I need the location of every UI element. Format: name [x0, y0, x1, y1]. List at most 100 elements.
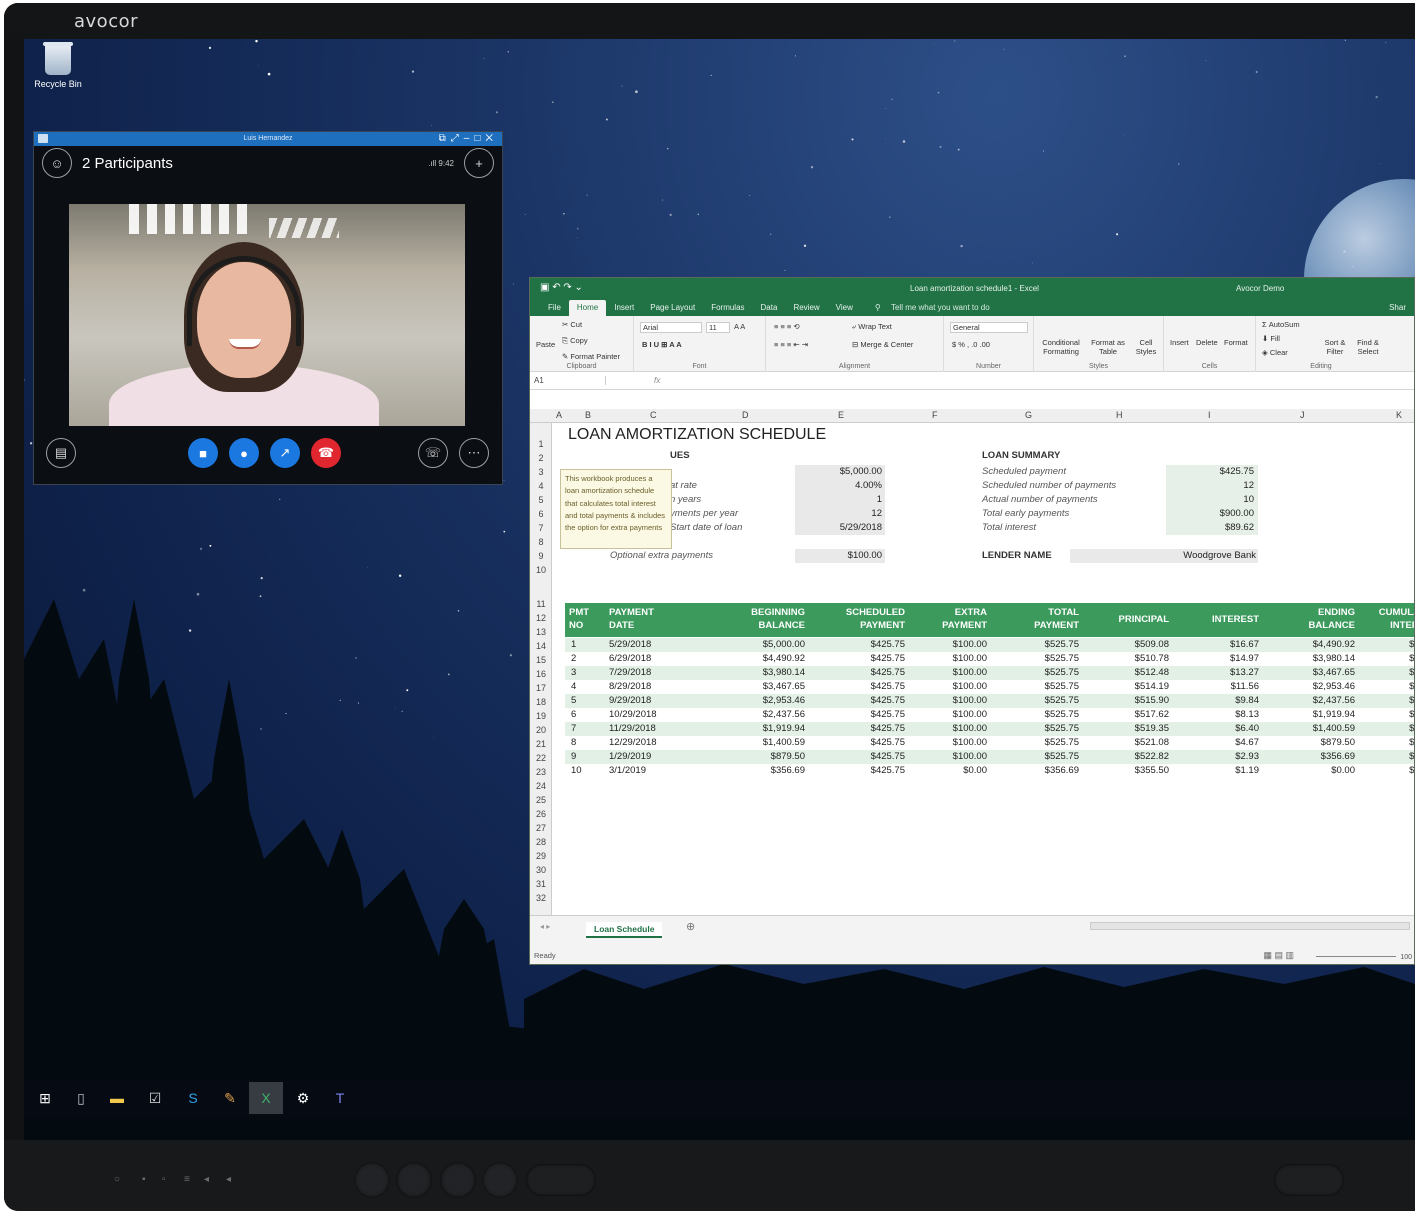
view-buttons[interactable]: ▦ ▤ ▥ — [1263, 950, 1294, 961]
row-header-2[interactable]: 2 — [530, 453, 552, 463]
table-cell[interactable]: 10/29/2018 — [609, 709, 657, 720]
settings-icon[interactable]: ⚙ — [292, 1088, 314, 1108]
table-cell[interactable]: $879.50 — [1259, 737, 1355, 748]
table-cell[interactable]: $425.75 — [805, 723, 905, 734]
table-cell[interactable]: $3,467.65 — [1259, 667, 1355, 678]
table-cell[interactable]: $100.00 — [905, 709, 987, 720]
teams-icon[interactable]: T — [329, 1088, 351, 1108]
quick-access-toolbar[interactable]: ▣ ↶ ↷ ⌄ — [540, 282, 583, 293]
ribbon-tab-home[interactable]: Home — [568, 300, 607, 316]
row-header-6[interactable]: 6 — [530, 509, 552, 519]
table-cell[interactable]: $44 — [1355, 667, 1414, 678]
table-header-cell[interactable]: ENDING BALANCE — [1259, 606, 1355, 632]
bezel-button-2[interactable]: ▪ — [142, 1174, 146, 1185]
table-cell[interactable]: 2 — [571, 653, 576, 664]
table-cell[interactable]: $11.56 — [1169, 681, 1259, 692]
column-header-j[interactable]: J — [1300, 410, 1305, 420]
window-controls[interactable]: ⧉⤢–□✕ — [439, 132, 498, 146]
conditional-formatting-button[interactable]: Conditional Formatting — [1038, 338, 1084, 356]
column-header-e[interactable]: E — [838, 410, 844, 420]
bezel-button-3[interactable]: ▫ — [162, 1174, 166, 1185]
table-cell[interactable]: $100.00 — [905, 737, 987, 748]
table-cell[interactable]: $4,490.92 — [695, 653, 805, 664]
row-header-9[interactable]: 9 — [530, 551, 552, 561]
add-participant-icon[interactable]: + — [464, 148, 494, 178]
excel-icon[interactable]: X — [249, 1082, 283, 1114]
value-amount[interactable]: 1 — [798, 494, 882, 505]
table-cell[interactable]: $100.00 — [905, 681, 987, 692]
table-cell[interactable]: $515.90 — [1079, 695, 1169, 706]
table-cell[interactable]: $16 — [1355, 639, 1414, 650]
table-cell[interactable]: $100.00 — [905, 723, 987, 734]
value-amount[interactable]: 4.00% — [798, 480, 882, 491]
table-cell[interactable]: $525.75 — [987, 681, 1079, 692]
table-cell[interactable]: $517.62 — [1079, 709, 1169, 720]
sheet-title[interactable]: LOAN AMORTIZATION SCHEDULE — [568, 426, 826, 444]
share-icon[interactable]: ↗ — [270, 438, 300, 468]
sheet-nav-arrows[interactable]: ◂ ▸ — [540, 922, 550, 931]
table-header-cell[interactable]: EXTRA PAYMENT — [905, 606, 987, 632]
table-row[interactable]: 1 5/29/2018 $5,000.00 $425.75 $100.00 $525.75… — [565, 638, 1414, 652]
table-cell[interactable]: $525.75 — [987, 639, 1079, 650]
delete-cells-button[interactable]: Delete — [1196, 338, 1218, 347]
row-header-17[interactable]: 17 — [530, 683, 552, 693]
clear-button[interactable]: ◈ Clear — [1262, 348, 1288, 357]
table-header-cell[interactable]: PMT NO — [569, 606, 589, 632]
row-header-21[interactable]: 21 — [530, 739, 552, 749]
wrap-text-button[interactable]: ⤶ Wrap Text — [852, 322, 892, 332]
row-header-26[interactable]: 26 — [530, 809, 552, 819]
table-cell[interactable]: $522.82 — [1079, 751, 1169, 762]
table-cell[interactable]: 9/29/2018 — [609, 695, 651, 706]
table-cell[interactable]: 1/29/2019 — [609, 751, 651, 762]
table-cell[interactable]: 8 — [571, 737, 576, 748]
table-cell[interactable]: $509.08 — [1079, 639, 1169, 650]
table-row[interactable]: 3 7/29/2018 $3,980.14 $425.75 $100.00 $525.75… — [565, 666, 1414, 680]
volume-down-button[interactable]: ◂ — [204, 1174, 209, 1185]
table-cell[interactable]: $425.75 — [805, 653, 905, 664]
table-cell[interactable]: $0.00 — [1259, 765, 1355, 776]
table-row[interactable]: 6 10/29/2018 $2,437.56 $425.75 $100.00 $525.7… — [565, 708, 1414, 722]
video-icon[interactable]: ■ — [188, 438, 218, 468]
table-cell[interactable]: $521.08 — [1079, 737, 1169, 748]
table-cell[interactable]: $100.00 — [905, 667, 987, 678]
number-format-buttons[interactable]: $ % , .0 .00 — [952, 340, 990, 349]
column-header-h[interactable]: H — [1116, 410, 1123, 420]
table-cell[interactable]: $2.93 — [1169, 751, 1259, 762]
call-controls-icon[interactable]: ☏ — [418, 438, 448, 468]
row-header-28[interactable]: 28 — [530, 837, 552, 847]
row-header-11[interactable]: 11 — [530, 599, 552, 609]
table-cell[interactable]: 12/29/2018 — [609, 737, 657, 748]
table-cell[interactable]: $425.75 — [805, 695, 905, 706]
ribbon-tab-formulas[interactable]: Formulas — [703, 300, 752, 316]
table-cell[interactable]: $425.75 — [805, 765, 905, 776]
table-cell[interactable]: $80 — [1355, 723, 1414, 734]
row-header-32[interactable]: 32 — [530, 893, 552, 903]
table-header-cell[interactable]: PRINCIPAL — [1079, 613, 1170, 626]
table-header-cell[interactable]: INTEREST — [1169, 613, 1259, 626]
paint-icon[interactable]: ✎ — [219, 1088, 241, 1108]
mic-icon[interactable]: ● — [229, 438, 259, 468]
table-cell[interactable]: $525.75 — [987, 751, 1079, 762]
value-amount[interactable]: 12 — [798, 508, 882, 519]
table-row[interactable]: 8 12/29/2018 $1,400.59 $425.75 $100.00 $525.7… — [565, 736, 1414, 750]
row-header-14[interactable]: 14 — [530, 641, 552, 651]
task-view-icon[interactable]: ▯ — [70, 1088, 92, 1108]
volume-up-button[interactable]: ◂ — [226, 1174, 231, 1185]
format-cells-button[interactable]: Format — [1224, 338, 1248, 347]
table-row[interactable]: 2 6/29/2018 $4,490.92 $425.75 $100.00 $525.75… — [565, 652, 1414, 666]
table-cell[interactable]: $425.75 — [805, 751, 905, 762]
row-header-7[interactable]: 7 — [530, 523, 552, 533]
name-box[interactable]: A1 — [530, 376, 606, 385]
table-cell[interactable]: 1 — [571, 639, 576, 650]
whiteboard-icon[interactable]: ☑ — [144, 1088, 166, 1108]
table-cell[interactable]: $1,919.94 — [1259, 709, 1355, 720]
row-header-5[interactable]: 5 — [530, 495, 552, 505]
column-header-i[interactable]: I — [1208, 410, 1211, 420]
column-header-f[interactable]: F — [932, 410, 938, 420]
row-header-16[interactable]: 16 — [530, 669, 552, 679]
skype-titlebar[interactable]: Luis Hernandez ⧉⤢–□✕ — [34, 132, 502, 146]
table-cell[interactable]: $425.75 — [805, 639, 905, 650]
table-cell[interactable]: $88 — [1355, 751, 1414, 762]
share-button[interactable]: Shar — [1381, 300, 1414, 316]
table-cell[interactable]: 3 — [571, 667, 576, 678]
